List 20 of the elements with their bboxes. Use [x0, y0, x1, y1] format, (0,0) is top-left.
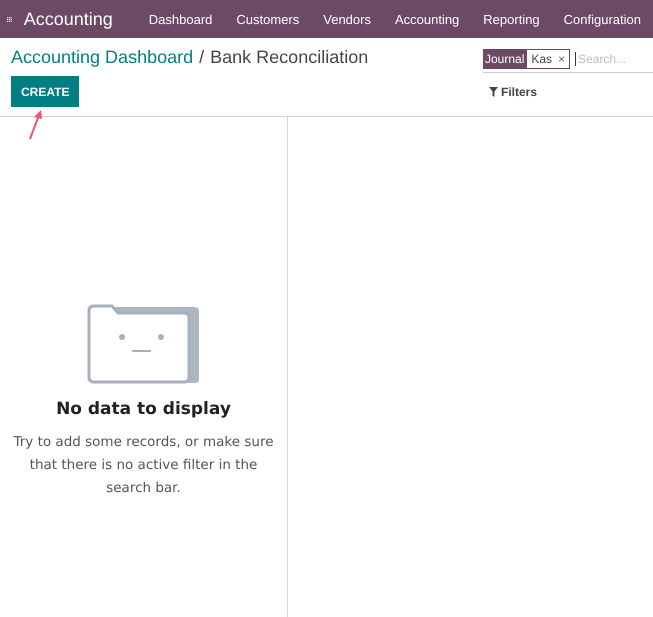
- create-button[interactable]: CREATE: [11, 76, 80, 107]
- filter-icon: [489, 87, 498, 97]
- breadcrumb-current: Bank Reconciliation: [210, 47, 368, 68]
- menu-item[interactable]: Reporting: [471, 12, 552, 26]
- empty-message: Try to add some records, or make sure that there is no active filter in the search bar.: [12, 433, 275, 498]
- facet-value: Kas: [531, 52, 552, 66]
- remove-facet-button[interactable]: ×: [558, 52, 566, 66]
- menu-item[interactable]: Dashboard: [136, 12, 224, 26]
- empty-title: No data to display: [56, 399, 231, 419]
- menu-item[interactable]: Vendors: [311, 12, 383, 26]
- menu-item[interactable]: Accounting: [382, 12, 472, 26]
- menu-item[interactable]: Configuration: [552, 12, 653, 26]
- empty-folder-icon: [86, 303, 201, 385]
- filters-button[interactable]: Filters: [489, 85, 538, 99]
- breadcrumb-link[interactable]: Accounting Dashboard: [11, 47, 194, 68]
- annotation-arrow: [28, 110, 44, 140]
- breadcrumb-separator: /: [199, 47, 204, 68]
- app-title: Accounting: [24, 8, 113, 30]
- facet-label: Journal: [483, 48, 526, 68]
- menu-item[interactable]: Customers: [224, 12, 312, 26]
